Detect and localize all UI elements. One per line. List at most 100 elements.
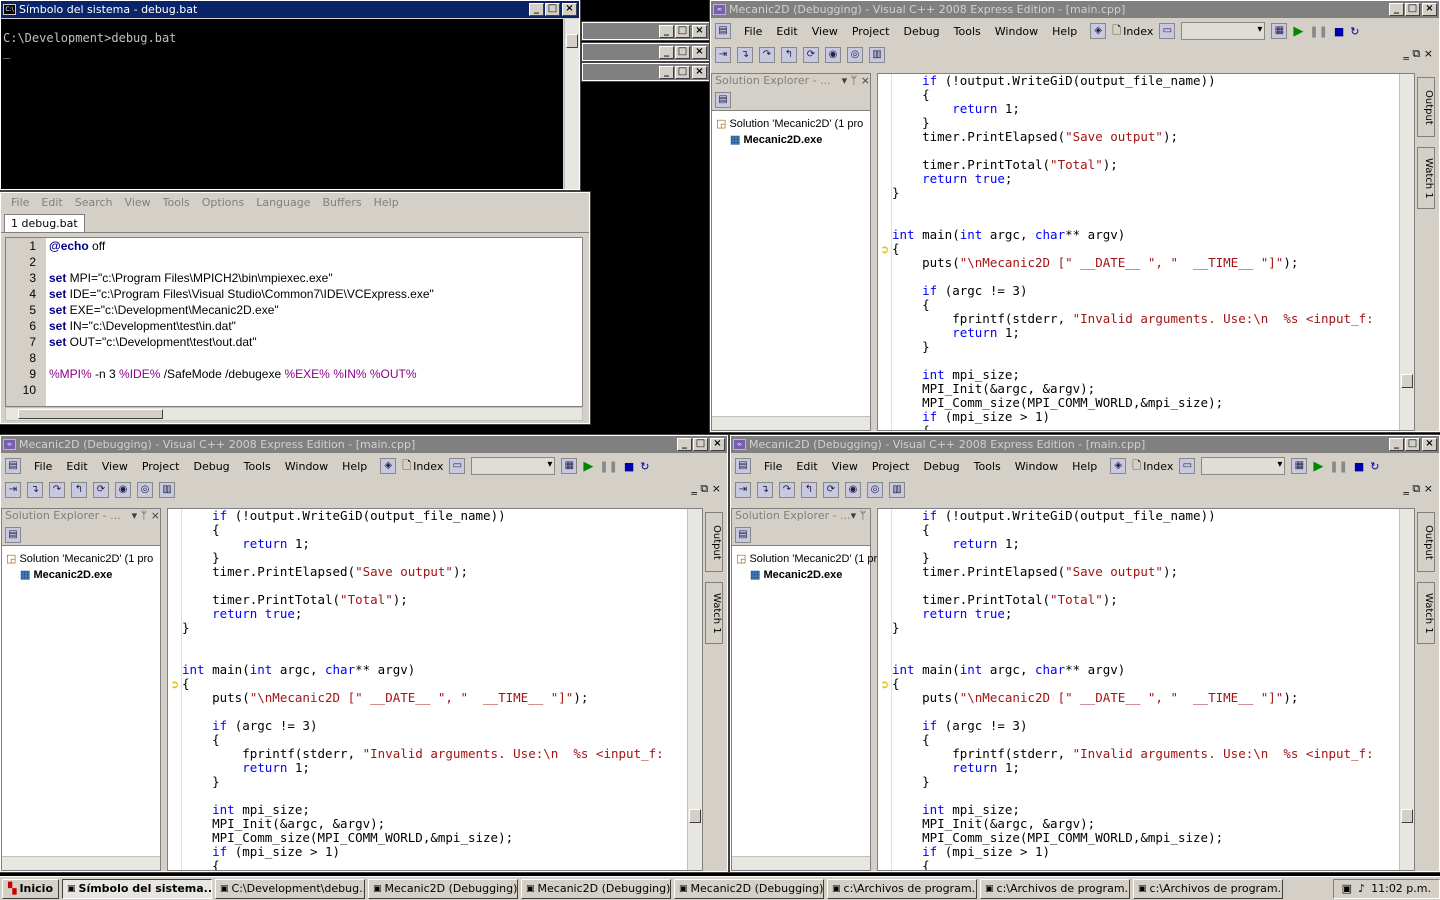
index-button[interactable]: 🗋 Index	[402, 457, 443, 476]
menu-icon[interactable]: ▤	[5, 458, 21, 474]
menu-item-project[interactable]: Project	[865, 460, 917, 473]
console-output[interactable]: C:\Development>debug.bat _	[1, 19, 563, 189]
code-vscrollbar[interactable]	[687, 509, 702, 870]
close-button[interactable]: ×	[692, 25, 707, 38]
taskbar-button[interactable]: ▣ Símbolo del sistema...	[62, 878, 213, 899]
solution-explorer-hscroll[interactable]	[712, 416, 870, 430]
volume-icon[interactable]: ♪	[1358, 882, 1365, 895]
menu-item-project[interactable]: Project	[135, 460, 187, 473]
class-view-icon[interactable]: ◈	[380, 458, 397, 474]
menu-item-edit[interactable]: Edit	[769, 25, 804, 38]
minimize-button[interactable]: _	[677, 438, 692, 451]
taskbar-button[interactable]: ▣ c:\Archivos de program...	[827, 878, 978, 899]
solution-explorer[interactable]: Solution Explorer - ...▾ ᛘ × ▤ ◲ Solutio…	[711, 73, 871, 431]
close-button[interactable]: ×	[1422, 438, 1437, 451]
code-vscrollbar[interactable]	[1399, 509, 1414, 870]
minimize-button[interactable]: _	[1389, 3, 1404, 16]
taskbar-button[interactable]: ▣ Mecanic2D (Debugging)...	[674, 878, 825, 899]
doc-minimize-button[interactable]: ‗	[1403, 47, 1409, 60]
editor-menu-item[interactable]: Search	[69, 196, 119, 209]
close-button[interactable]: ×	[692, 66, 707, 79]
editor-gutter[interactable]: ➲	[878, 74, 892, 430]
watch-tab[interactable]: Watch 1	[1417, 582, 1435, 644]
menu-item-tools[interactable]: Tools	[947, 25, 988, 38]
menu-item-view[interactable]: View	[95, 460, 135, 473]
code-vscrollbar[interactable]	[1399, 74, 1414, 430]
output-tab[interactable]: Output	[1417, 512, 1435, 572]
breakpoints-icon[interactable]: ◉	[115, 482, 131, 498]
console-window[interactable]: C:\ Símbolo del sistema - debug.bat _ □ × …	[0, 0, 581, 191]
step-into-icon[interactable]: ↴	[737, 47, 753, 63]
watch-icon[interactable]: ◎	[137, 482, 153, 498]
watch-tab[interactable]: Watch 1	[1417, 147, 1435, 209]
maximize-button[interactable]: □	[675, 46, 690, 59]
show-next-statement-icon[interactable]: ⇥	[5, 482, 21, 498]
editor-gutter[interactable]: ➲	[878, 509, 892, 870]
solution-config-dropdown[interactable]	[1201, 457, 1286, 475]
network-icon[interactable]: ▣	[1342, 882, 1352, 895]
menu-item-view[interactable]: View	[805, 25, 845, 38]
close-button[interactable]: ×	[710, 438, 725, 451]
step-over-icon[interactable]: ↷	[759, 47, 775, 63]
step-into-icon[interactable]: ↴	[27, 482, 43, 498]
class-view-icon[interactable]: ◈	[1110, 458, 1127, 474]
menu-item-help[interactable]: Help	[1065, 460, 1104, 473]
menu-item-file[interactable]: File	[737, 25, 769, 38]
console-titlebar[interactable]: C:\ Símbolo del sistema - debug.bat _ □ ×	[1, 1, 579, 18]
minimize-button[interactable]: _	[659, 25, 674, 38]
vs-titlebar[interactable]: ∞ Mecanic2D (Debugging) - Visual C++ 200…	[711, 1, 1439, 18]
code-editor[interactable]: ➲ if (!output.WriteGiD(output_file_name)…	[877, 73, 1415, 431]
code-editor[interactable]: ➲ if (!output.WriteGiD(output_file_name)…	[167, 508, 703, 871]
menu-item-debug[interactable]: Debug	[916, 460, 966, 473]
step-out-icon[interactable]: ↰	[71, 482, 87, 498]
memory-icon[interactable]: ▥	[869, 47, 885, 63]
stop-icon[interactable]: ■	[1354, 460, 1364, 473]
editor-hscrollbar[interactable]	[5, 407, 583, 421]
properties-icon[interactable]: ▤	[735, 527, 751, 543]
editor-menu-item[interactable]: Edit	[35, 196, 68, 209]
editor-menu-item[interactable]: Language	[250, 196, 316, 209]
taskbar-button[interactable]: ▣ c:\Archivos de program...	[1133, 878, 1284, 899]
hex-display-icon[interactable]: ⟳	[93, 482, 109, 498]
grid-icon[interactable]: ▦	[1291, 458, 1308, 474]
menu-item-project[interactable]: Project	[845, 25, 897, 38]
index-button[interactable]: 🗋 Index	[1112, 22, 1153, 41]
memory-icon[interactable]: ▥	[889, 482, 905, 498]
menu-icon[interactable]: ▤	[715, 23, 731, 39]
doc-close-button[interactable]: ×	[1424, 47, 1433, 60]
maximize-button[interactable]: □	[693, 438, 708, 451]
vs-window-bottom-left[interactable]: ∞ Mecanic2D (Debugging) - Visual C++ 200…	[0, 434, 729, 873]
menu-item-edit[interactable]: Edit	[59, 460, 94, 473]
hex-display-icon[interactable]: ⟳	[803, 47, 819, 63]
step-out-icon[interactable]: ↰	[781, 47, 797, 63]
close-button[interactable]: ×	[562, 3, 577, 16]
doc-restore-button[interactable]: ⧉	[1412, 482, 1420, 495]
properties-icon[interactable]: ▤	[715, 92, 731, 108]
solution-explorer[interactable]: Solution Explorer - ...▾ ᛘ × ▤ ◲ Solutio…	[731, 508, 883, 871]
restart-icon[interactable]: ↻	[1350, 25, 1359, 38]
solution-node[interactable]: ◲ Solution 'Mecanic2D' (1 pro	[6, 552, 156, 565]
output-tab[interactable]: Output	[705, 512, 723, 572]
breakpoints-icon[interactable]: ◉	[825, 47, 841, 63]
solution-config-dropdown[interactable]	[1181, 22, 1266, 40]
hex-display-icon[interactable]: ⟳	[823, 482, 839, 498]
step-into-icon[interactable]: ↴	[757, 482, 773, 498]
pause-icon[interactable]: ❚❚	[1309, 25, 1327, 38]
background-window-2[interactable]: _ □ ×	[581, 42, 711, 62]
watch-icon[interactable]: ◎	[867, 482, 883, 498]
minimize-button[interactable]: _	[659, 66, 674, 79]
menu-item-debug[interactable]: Debug	[186, 460, 236, 473]
step-out-icon[interactable]: ↰	[801, 482, 817, 498]
solution-explorer-hscroll[interactable]	[732, 856, 870, 870]
watch-icon[interactable]: ◎	[847, 47, 863, 63]
menu-item-tools[interactable]: Tools	[967, 460, 1008, 473]
continue-icon[interactable]: ▶	[1313, 459, 1323, 474]
taskbar-button[interactable]: ▣ c:\Archivos de program...	[980, 878, 1131, 899]
show-next-statement-icon[interactable]: ⇥	[735, 482, 751, 498]
restart-icon[interactable]: ↻	[1370, 460, 1379, 473]
continue-icon[interactable]: ▶	[1293, 24, 1303, 39]
step-over-icon[interactable]: ↷	[49, 482, 65, 498]
editor-menu-item[interactable]: Buffers	[317, 196, 368, 209]
menu-item-file[interactable]: File	[27, 460, 59, 473]
doc-restore-button[interactable]: ⧉	[1412, 47, 1420, 60]
